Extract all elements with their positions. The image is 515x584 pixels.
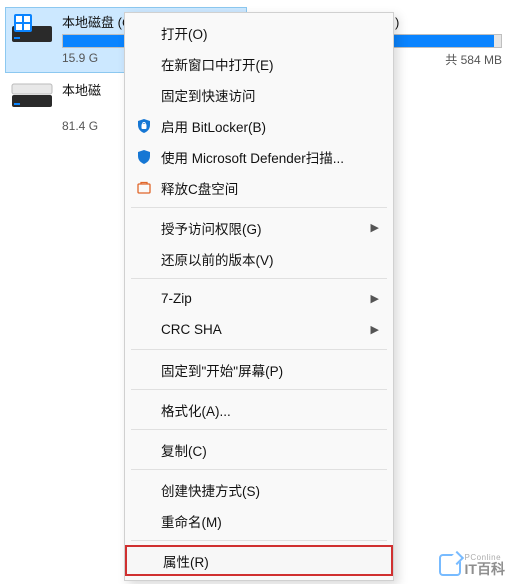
drive-e[interactable]: 本地磁 81.4 G: [10, 80, 120, 133]
menu-rename-label: 重命名(M): [161, 511, 222, 531]
menu-7zip[interactable]: 7-Zip ▶: [125, 283, 393, 314]
menu-rename[interactable]: 重命名(M): [125, 505, 393, 536]
menu-grant-access[interactable]: 授予访问权限(G) ▶: [125, 212, 393, 243]
menu-properties[interactable]: 属性(R): [125, 545, 393, 576]
menu-pin-start-label: 固定到"开始"屏幕(P): [161, 360, 283, 380]
menu-pin-quick-access[interactable]: 固定到快速访问: [125, 79, 393, 110]
menu-crc-sha[interactable]: CRC SHA ▶: [125, 314, 393, 345]
menu-restore-prev-label: 还原以前的版本(V): [161, 249, 274, 269]
chevron-right-icon: ▶: [371, 323, 379, 336]
context-menu: 打开(O) 在新窗口中打开(E) 固定到快速访问 启用 BitLocker(B)…: [124, 12, 394, 581]
menu-defender-label: 使用 Microsoft Defender扫描...: [161, 147, 344, 167]
menu-format[interactable]: 格式化(A)...: [125, 394, 393, 425]
menu-bitlocker[interactable]: 启用 BitLocker(B): [125, 110, 393, 141]
drive-c-icon: [10, 12, 54, 52]
menu-separator: [131, 469, 387, 470]
watermark-logo-icon: [439, 554, 461, 576]
menu-open-new-label: 在新窗口中打开(E): [161, 54, 274, 74]
menu-format-label: 格式化(A)...: [161, 400, 231, 420]
menu-restore-previous[interactable]: 还原以前的版本(V): [125, 243, 393, 274]
menu-pin-quick-label: 固定到快速访问: [161, 85, 256, 105]
shield-icon: [135, 148, 153, 166]
menu-bitlocker-label: 启用 BitLocker(B): [161, 116, 266, 136]
menu-create-shortcut[interactable]: 创建快捷方式(S): [125, 474, 393, 505]
menu-separator: [131, 540, 387, 541]
menu-copy-label: 复制(C): [161, 440, 207, 460]
cleanup-icon: [135, 179, 153, 197]
menu-pin-start[interactable]: 固定到"开始"屏幕(P): [125, 354, 393, 385]
menu-separator: [131, 429, 387, 430]
menu-open-label: 打开(O): [161, 23, 208, 43]
menu-separator: [131, 207, 387, 208]
menu-7zip-label: 7-Zip: [161, 291, 192, 306]
drive-e-icon: [10, 80, 54, 114]
chevron-right-icon: ▶: [371, 221, 379, 234]
menu-free-c-space[interactable]: 释放C盘空间: [125, 172, 393, 203]
menu-free-c-label: 释放C盘空间: [161, 178, 238, 198]
drive-e-info: 本地磁 81.4 G: [62, 80, 120, 133]
drive-e-size: 81.4 G: [62, 119, 120, 133]
menu-separator: [131, 278, 387, 279]
menu-separator: [131, 349, 387, 350]
menu-defender-scan[interactable]: 使用 Microsoft Defender扫描...: [125, 141, 393, 172]
watermark: PConline IT百科: [439, 553, 505, 576]
drive-e-label: 本地磁: [62, 80, 120, 99]
menu-crc-sha-label: CRC SHA: [161, 322, 222, 337]
menu-grant-access-label: 授予访问权限(G): [161, 218, 262, 238]
shield-lock-icon: [135, 117, 153, 135]
menu-open[interactable]: 打开(O): [125, 17, 393, 48]
chevron-right-icon: ▶: [371, 292, 379, 305]
menu-create-shortcut-label: 创建快捷方式(S): [161, 480, 260, 500]
watermark-brand: IT百科: [465, 562, 505, 576]
menu-open-new-window[interactable]: 在新窗口中打开(E): [125, 48, 393, 79]
menu-copy[interactable]: 复制(C): [125, 434, 393, 465]
menu-separator: [131, 389, 387, 390]
menu-properties-label: 属性(R): [163, 551, 209, 571]
